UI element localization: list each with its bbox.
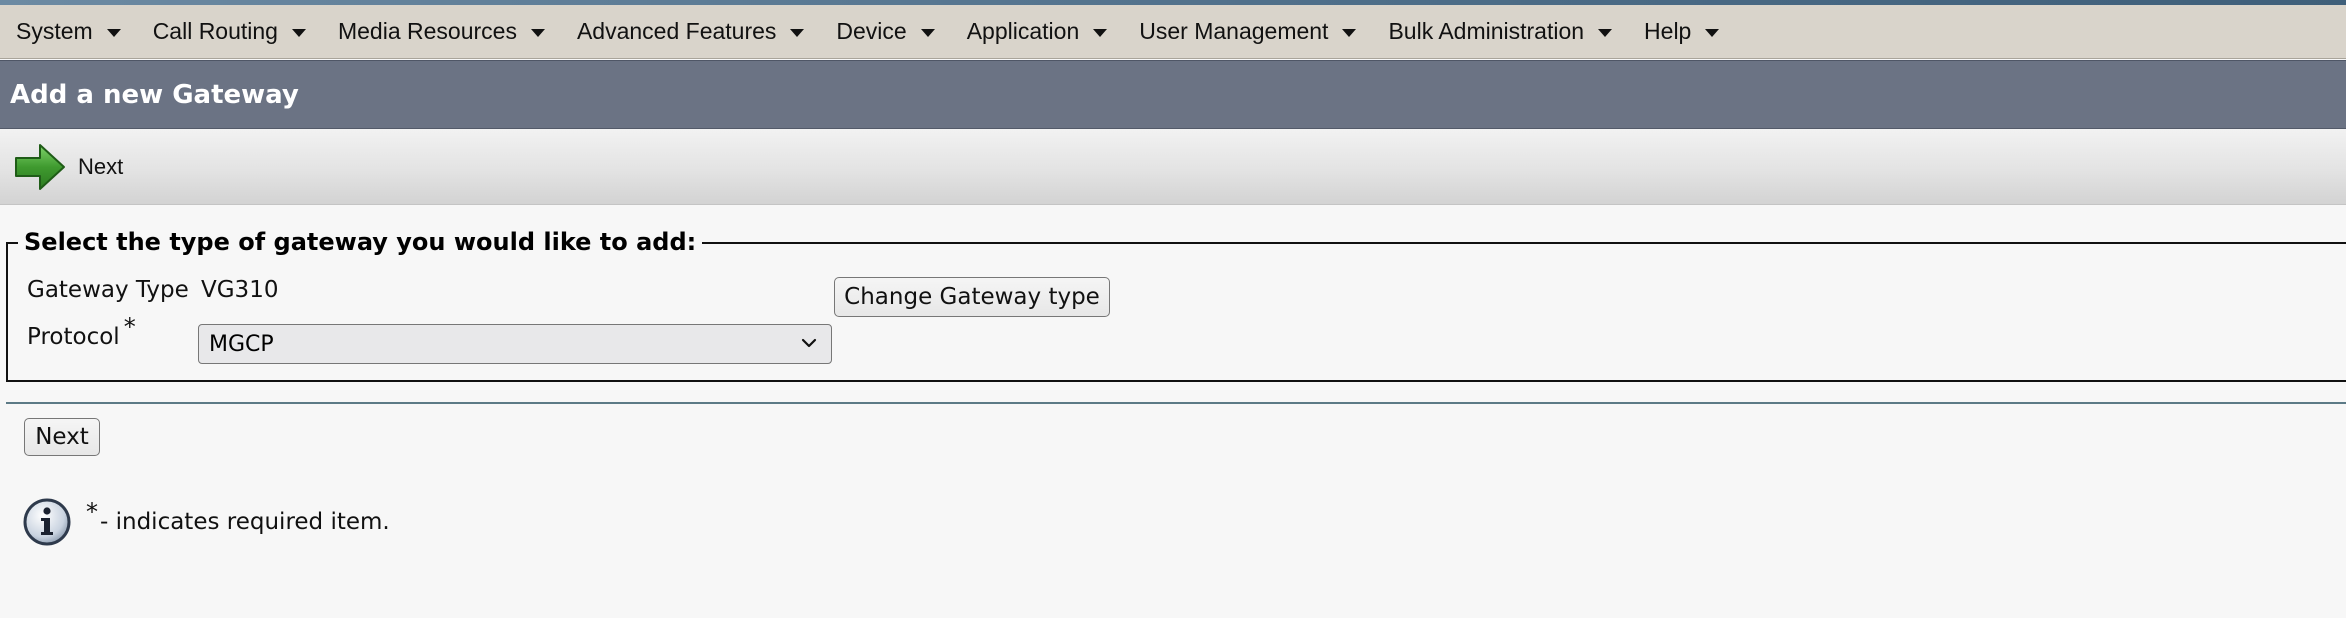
info-icon	[23, 498, 71, 546]
caret-down-icon	[1342, 29, 1357, 37]
caret-down-icon	[291, 29, 306, 37]
menu-system[interactable]: System	[0, 5, 137, 58]
green-right-arrow-icon	[15, 143, 65, 190]
gateway-type-value: VG310	[201, 277, 279, 303]
toolbar-next-button[interactable]: Next	[14, 142, 123, 192]
page-title-bar: Add a new Gateway	[0, 60, 2346, 129]
required-marker: *	[123, 313, 136, 342]
toolbar-next-label: Next	[78, 153, 124, 179]
menu-application[interactable]: Application	[951, 5, 1124, 58]
protocol-label: Protocol *	[27, 315, 136, 350]
menu-advanced-features[interactable]: Advanced Features	[561, 5, 820, 58]
protocol-selected-value: MGCP	[209, 331, 274, 357]
caret-down-icon	[530, 29, 545, 37]
menu-label: Application	[966, 18, 1080, 44]
chevron-down-icon	[801, 338, 817, 348]
menu-label: Device	[836, 18, 907, 44]
menu-bulk-administration[interactable]: Bulk Administration	[1372, 5, 1628, 58]
required-note-label: - indicates required item.	[100, 509, 390, 535]
caret-down-icon	[920, 29, 935, 37]
page-title: Add a new Gateway	[10, 79, 299, 110]
section-divider	[6, 402, 2346, 404]
protocol-select[interactable]: MGCP	[198, 324, 832, 364]
required-note-text: *- indicates required item.	[86, 500, 390, 535]
protocol-label-text: Protocol	[27, 324, 120, 350]
menu-call-routing[interactable]: Call Routing	[137, 5, 322, 58]
menu-label: Media Resources	[337, 18, 517, 44]
menu-help[interactable]: Help	[1628, 5, 1735, 58]
menu-label: Help	[1644, 18, 1692, 44]
caret-down-icon	[790, 29, 805, 37]
main-menu-bar: System Call Routing Media Resources Adva…	[0, 5, 2346, 59]
menu-device[interactable]: Device	[820, 5, 950, 58]
menu-label: Advanced Features	[576, 18, 777, 44]
menu-label: Bulk Administration	[1388, 18, 1585, 44]
menu-label: User Management	[1139, 18, 1329, 44]
caret-down-icon	[1093, 29, 1108, 37]
next-button[interactable]: Next	[24, 418, 100, 456]
change-gateway-type-button[interactable]: Change Gateway type	[834, 277, 1110, 317]
action-toolbar: Next	[0, 129, 2346, 205]
menu-label: Call Routing	[152, 18, 278, 44]
menu-user-management[interactable]: User Management	[1123, 5, 1372, 58]
required-marker: *	[86, 498, 98, 527]
gateway-type-label: Gateway Type	[27, 277, 189, 303]
caret-down-icon	[106, 29, 121, 37]
caret-down-icon	[1705, 29, 1720, 37]
required-note: *- indicates required item.	[22, 497, 390, 547]
menu-label: System	[16, 18, 93, 44]
caret-down-icon	[1598, 29, 1613, 37]
menu-media-resources[interactable]: Media Resources	[322, 5, 561, 58]
gateway-type-fieldset: Select the type of gateway you would lik…	[6, 228, 2346, 382]
fieldset-legend: Select the type of gateway you would lik…	[18, 228, 703, 256]
